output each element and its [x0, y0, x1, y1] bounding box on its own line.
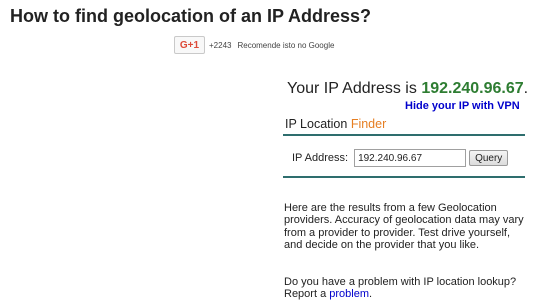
ip-address-prefix: Your IP Address is — [287, 80, 417, 97]
problem-report-text: Do you have a problem with IP location l… — [284, 276, 529, 301]
ip-location-finder-title: IP Location Finder — [285, 117, 386, 131]
finder-title-accent: Finder — [350, 117, 387, 131]
google-plus-count: +2243 — [209, 40, 232, 50]
google-plus-button[interactable]: G+1 — [174, 36, 205, 54]
problem-end: . — [369, 288, 373, 301]
results-description: Here are the results from a few Geolocat… — [284, 202, 524, 252]
google-plus-icon: G+1 — [179, 39, 200, 51]
ip-query-form: IP Address: Query — [292, 149, 509, 167]
query-button[interactable]: Query — [469, 150, 509, 166]
ip-address-label: IP Address: — [292, 152, 349, 164]
google-plus-recommend-text: Recomende isto no Google — [237, 40, 335, 50]
problem-text: Do you have a problem with IP location l… — [284, 276, 517, 301]
finder-title-main: IP Location — [285, 117, 348, 131]
hide-ip-vpn-link[interactable]: Hide your IP with VPN — [405, 100, 520, 112]
finder-bottom-divider — [283, 176, 525, 178]
ip-address-input[interactable] — [354, 149, 467, 167]
finder-top-divider — [283, 134, 525, 136]
problem-link[interactable]: problem — [329, 288, 369, 300]
page-title: How to find geolocation of an IP Address… — [10, 6, 372, 26]
ip-address-line: Your IP Address is 192.240.96.67. — [287, 80, 529, 97]
google-plus-share: G+1 +2243 Recomende isto no Google — [174, 36, 334, 54]
ip-address-value: 192.240.96.67 — [421, 80, 524, 97]
